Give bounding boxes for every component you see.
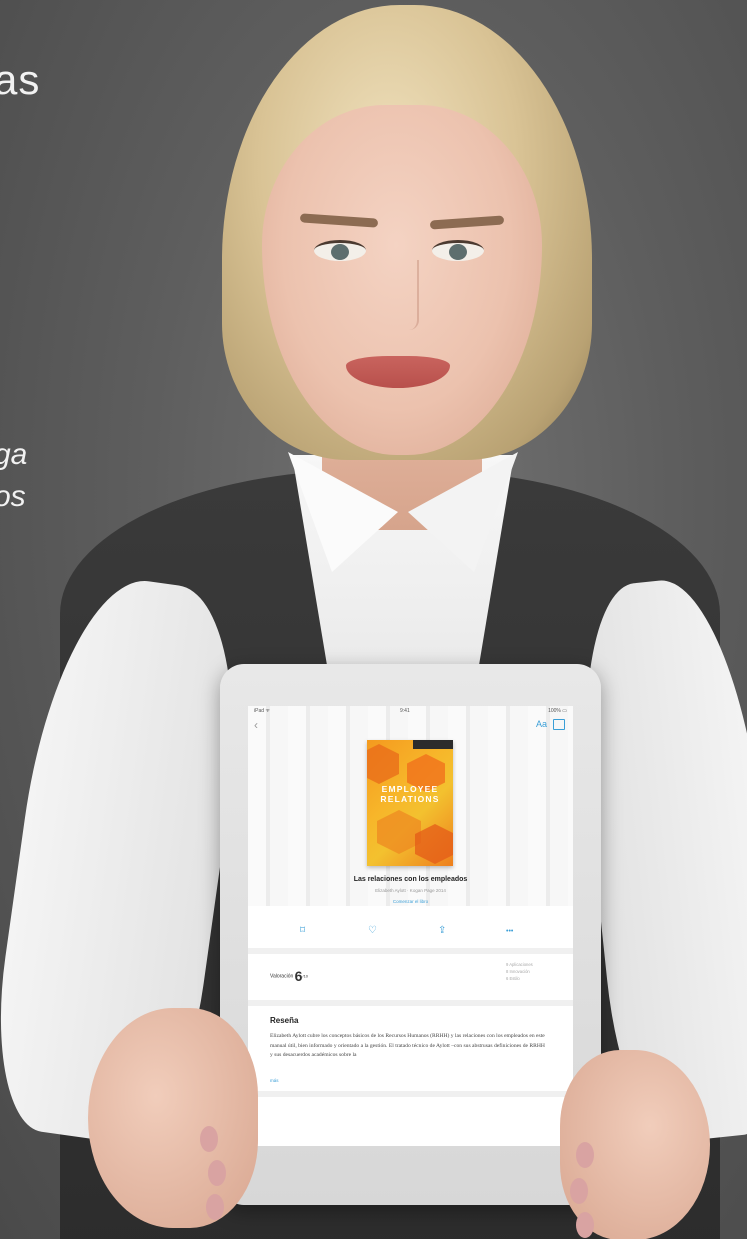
- cover-shape: [367, 744, 399, 784]
- share-icon[interactable]: ⇪: [438, 925, 446, 936]
- action-bar: ⌑ ♡ ⇪ •••: [248, 920, 573, 944]
- book-title: Las relaciones con los empleados: [353, 876, 468, 883]
- cover-title: EMPLOYEE RELATIONS: [380, 784, 440, 804]
- fingernail: [570, 1178, 588, 1204]
- list-icon[interactable]: [553, 719, 565, 730]
- headline-fragment: as: [0, 56, 41, 103]
- rating-details: 9 Aplicaciones 8 Innovación 6 Estilo: [506, 961, 533, 982]
- heart-icon[interactable]: ♡: [368, 925, 377, 936]
- review-body: Elizabeth Aylott cubre los conceptos bás…: [270, 1033, 545, 1059]
- book-cover[interactable]: EMPLOYEE RELATIONS: [367, 740, 453, 866]
- section-divider: [248, 1091, 573, 1097]
- italic-line-1: ga: [0, 438, 28, 471]
- italic-text-fragment: ga os: [0, 434, 27, 518]
- tablet-screen: iPad ᯤ 9:41 100% ▭ ‹ Aa EMPLOYEE RELATIO…: [248, 706, 573, 1146]
- cover-shape: [377, 810, 421, 854]
- detail-item: 8 Innovación: [506, 969, 530, 974]
- photo-background: as ga os iPad ᯤ 9:41 100% ▭ ‹ Aa: [0, 0, 747, 1239]
- rating-label: Valoración: [270, 973, 294, 980]
- book-author: Elizabeth Aylott · Kogan Page 2014: [375, 888, 446, 893]
- status-time: 9:41: [400, 708, 410, 714]
- status-left: iPad ᯤ: [254, 708, 270, 714]
- section-divider: [248, 1000, 573, 1006]
- left-hand: [88, 1008, 258, 1228]
- fingernail: [576, 1212, 594, 1238]
- rating-block: Valoración 6/10: [270, 968, 308, 984]
- cover-tag: [413, 740, 453, 749]
- read-more-link[interactable]: más: [270, 1078, 279, 1083]
- fingernail: [576, 1142, 594, 1168]
- detail-item: 9 Aplicaciones: [506, 962, 533, 967]
- nose: [395, 260, 419, 330]
- section-divider: [248, 948, 573, 954]
- start-book-link[interactable]: Comenzar el libro: [248, 899, 573, 904]
- rating-unit: /10: [302, 973, 309, 979]
- font-settings-button[interactable]: Aa: [536, 719, 547, 729]
- review-heading: Reseña: [270, 1016, 299, 1025]
- tablet-device: iPad ᯤ 9:41 100% ▭ ‹ Aa EMPLOYEE RELATIO…: [220, 664, 601, 1205]
- chevron-left-icon[interactable]: ‹: [254, 718, 258, 732]
- fingernail: [206, 1194, 224, 1220]
- right-eye: [432, 240, 484, 261]
- right-hand: [560, 1050, 710, 1239]
- status-bar: iPad ᯤ 9:41 100% ▭: [248, 706, 573, 716]
- more-icon[interactable]: •••: [506, 928, 513, 935]
- fingernail: [200, 1126, 218, 1152]
- left-eye: [314, 240, 366, 261]
- italic-line-2: os: [0, 480, 26, 513]
- status-battery: 100% ▭: [548, 708, 567, 714]
- fingernail: [208, 1160, 226, 1186]
- detail-item: 6 Estilo: [506, 976, 520, 981]
- bookmark-icon[interactable]: ⌑: [300, 925, 305, 936]
